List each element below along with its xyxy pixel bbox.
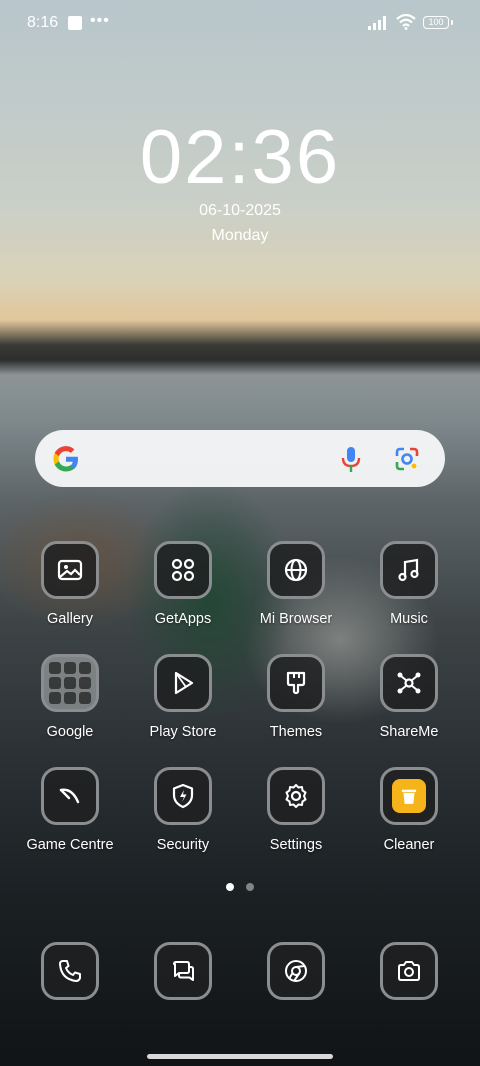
- dock-camera[interactable]: [380, 942, 438, 1000]
- app-label: Google: [46, 724, 94, 740]
- trash-icon: [380, 767, 438, 825]
- app-label: ShareMe: [379, 724, 439, 740]
- app-getapps[interactable]: GetApps: [133, 541, 233, 641]
- app-label: Gallery: [47, 611, 93, 627]
- brush-icon: [267, 654, 325, 712]
- messages-icon: [173, 961, 194, 981]
- clock-widget-date: 06-10-2025: [199, 202, 281, 219]
- app-label: Cleaner: [383, 837, 435, 853]
- folder-icon: [41, 654, 99, 712]
- app-label: Security: [156, 837, 210, 853]
- page-dot-active[interactable]: [226, 883, 234, 891]
- chrome-icon: [285, 960, 307, 982]
- clock-widget-day: Monday: [211, 227, 269, 244]
- game-icon: [41, 767, 99, 825]
- wifi-icon: [396, 14, 416, 30]
- app-label: Music: [390, 611, 428, 627]
- app-game-centre[interactable]: Game Centre: [20, 767, 120, 867]
- page-dot[interactable]: [246, 883, 254, 891]
- dock-messages[interactable]: [154, 942, 212, 1000]
- app-settings[interactable]: Settings: [246, 767, 346, 867]
- globe-icon: [267, 541, 325, 599]
- app-label: Play Store: [149, 724, 217, 740]
- battery-icon: 100: [423, 16, 449, 29]
- app-gallery[interactable]: Gallery: [20, 541, 120, 641]
- music-note-icon: [380, 541, 438, 599]
- gear-icon: [267, 767, 325, 825]
- signal-icon: [368, 16, 386, 30]
- cleaner-badge: [392, 779, 426, 813]
- dock-chrome[interactable]: [267, 942, 325, 1000]
- lens-icon[interactable]: [393, 445, 421, 473]
- app-themes[interactable]: Themes: [246, 654, 346, 754]
- mic-icon[interactable]: [337, 444, 365, 474]
- clock-widget-time[interactable]: 02:36: [0, 114, 480, 201]
- app-label: Settings: [269, 837, 323, 853]
- home-gesture-bar[interactable]: [147, 1054, 333, 1059]
- google-g-icon: [53, 446, 78, 472]
- app-cleaner[interactable]: Cleaner: [359, 767, 459, 867]
- app-play-store[interactable]: Play Store: [133, 654, 233, 754]
- phone-icon: [59, 960, 81, 982]
- more-notifications-icon: •••: [90, 12, 110, 29]
- app-label: Themes: [269, 724, 323, 740]
- dock-phone[interactable]: [41, 942, 99, 1000]
- google-search-bar[interactable]: [35, 430, 445, 487]
- camera-icon: [398, 961, 420, 981]
- app-label: GetApps: [154, 611, 212, 627]
- app-label: Mi Browser: [259, 611, 333, 627]
- play-icon: [154, 654, 212, 712]
- share-network-icon: [380, 654, 438, 712]
- getapps-icon: [154, 541, 212, 599]
- app-label: Game Centre: [26, 837, 114, 853]
- app-shareme[interactable]: ShareMe: [359, 654, 459, 754]
- status-time: 8:16: [27, 14, 59, 31]
- app-security[interactable]: Security: [133, 767, 233, 867]
- app-music[interactable]: Music: [359, 541, 459, 641]
- shield-bolt-icon: [154, 767, 212, 825]
- status-bar: 8:16 ••• 100: [0, 0, 480, 48]
- page-indicator: [0, 883, 480, 891]
- notification-square-icon: [68, 16, 82, 30]
- battery-tip: [451, 20, 453, 25]
- gallery-icon: [41, 541, 99, 599]
- app-mi-browser[interactable]: Mi Browser: [246, 541, 346, 641]
- app-folder-google[interactable]: Google: [20, 654, 120, 754]
